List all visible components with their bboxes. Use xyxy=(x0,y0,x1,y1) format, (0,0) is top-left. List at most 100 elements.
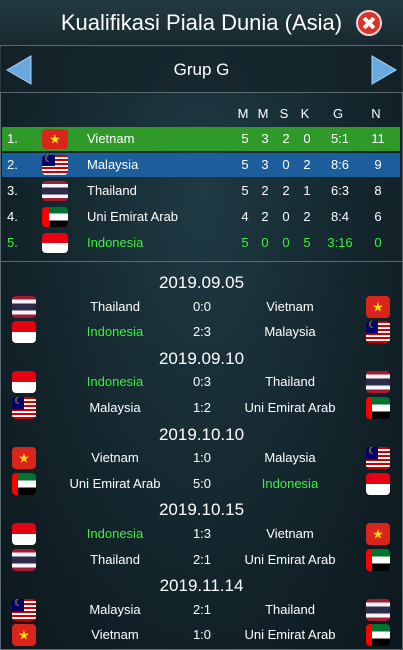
malaysia-flag-icon xyxy=(12,599,36,621)
match-score: 1:3 xyxy=(192,526,212,541)
fixtures-list[interactable]: 2019.09.05 Thailand 0:0 Vietnam Indonesi… xyxy=(0,263,403,650)
match-row[interactable]: Thailand 0:0 Vietnam xyxy=(0,294,403,320)
match-score: 2:1 xyxy=(192,552,212,567)
indonesia-flag-icon xyxy=(366,473,390,495)
column-header-points: N xyxy=(371,106,381,121)
match-row[interactable]: Uni Emirat Arab 5:0 Indonesia xyxy=(0,471,403,497)
lost: 5 xyxy=(303,235,311,250)
draw: 2 xyxy=(282,183,290,198)
column-header-played: M xyxy=(237,106,249,121)
team-name: Thailand xyxy=(87,183,137,198)
column-header-goals: G xyxy=(332,106,344,121)
standings-row[interactable]: 3. Thailand 5 2 2 1 6:3 8 xyxy=(2,179,400,203)
points: 6 xyxy=(374,209,382,224)
column-header-won: M xyxy=(257,106,269,121)
won: 2 xyxy=(261,183,269,198)
points: 11 xyxy=(371,131,385,146)
goals: 6:3 xyxy=(330,183,350,198)
team-name: Uni Emirat Arab xyxy=(87,209,179,224)
goals: 8:6 xyxy=(330,157,350,172)
lost: 0 xyxy=(303,131,311,146)
home-team: Indonesia xyxy=(86,374,144,389)
away-team: Thailand xyxy=(265,374,315,389)
home-team: Indonesia xyxy=(86,526,144,541)
column-header-lost: K xyxy=(300,106,310,121)
uae-flag-icon xyxy=(366,624,390,646)
home-team: Malaysia xyxy=(89,602,141,617)
match-row[interactable]: Indonesia 0:3 Thailand xyxy=(0,369,403,395)
home-team: Thailand xyxy=(90,552,140,567)
match-row[interactable]: Vietnam 1:0 Malaysia xyxy=(0,445,403,471)
vietnam-flag-icon xyxy=(12,624,36,646)
match-score: 2:3 xyxy=(192,324,212,339)
match-score: 5:0 xyxy=(192,476,212,491)
vietnam-flag-icon xyxy=(366,523,390,545)
played: 4 xyxy=(241,209,249,224)
uae-flag-icon xyxy=(366,549,390,571)
next-group-arrow-icon[interactable] xyxy=(370,55,398,85)
page-title: Kualifikasi Piala Dunia (Asia) xyxy=(60,10,343,35)
draw: 2 xyxy=(282,131,290,146)
points: 8 xyxy=(374,183,382,198)
match-score: 2:1 xyxy=(192,602,212,617)
match-row[interactable]: Malaysia 2:1 Thailand xyxy=(0,597,403,623)
malaysia-flag-icon xyxy=(366,321,390,343)
standings-row[interactable]: 2. Malaysia 5 3 0 2 8:6 9 xyxy=(2,153,400,177)
position: 3. xyxy=(7,183,18,198)
standings-table: M M S K G N 1. Vietnam 5 3 2 0 5:1 11 2.… xyxy=(0,94,403,262)
standings-header: M M S K G N xyxy=(0,100,403,126)
malaysia-flag-icon xyxy=(12,397,36,419)
away-team: Thailand xyxy=(265,602,315,617)
won: 2 xyxy=(261,209,269,224)
position: 2. xyxy=(7,157,18,172)
draw: 0 xyxy=(282,157,290,172)
standings-row[interactable]: 1. Vietnam 5 3 2 0 5:1 11 xyxy=(2,127,400,151)
indonesia-flag-icon xyxy=(12,371,36,393)
position: 1. xyxy=(7,131,18,146)
close-button[interactable] xyxy=(356,10,382,36)
match-date: 2019.11.14 xyxy=(159,576,244,595)
match-row[interactable]: Malaysia 1:2 Uni Emirat Arab xyxy=(0,395,403,421)
won: 3 xyxy=(261,157,269,172)
column-header-draw: S xyxy=(279,106,289,121)
home-team: Uni Emirat Arab xyxy=(69,476,161,491)
points: 0 xyxy=(374,235,382,250)
uae-flag-icon xyxy=(42,207,68,227)
uae-flag-icon xyxy=(12,473,36,495)
vietnam-flag-icon xyxy=(366,296,390,318)
team-name: Malaysia xyxy=(87,157,139,172)
standings-row[interactable]: 4. Uni Emirat Arab 4 2 0 2 8:4 6 xyxy=(2,205,400,229)
away-team: Uni Emirat Arab xyxy=(244,552,336,567)
away-team: Uni Emirat Arab xyxy=(244,627,336,642)
home-team: Indonesia xyxy=(86,324,144,339)
previous-group-arrow-icon[interactable] xyxy=(5,55,33,85)
team-name: Indonesia xyxy=(87,235,144,250)
match-row[interactable]: Indonesia 2:3 Malaysia xyxy=(0,319,403,345)
match-row[interactable]: Vietnam 1:0 Uni Emirat Arab xyxy=(0,622,403,648)
lost: 2 xyxy=(303,209,311,224)
match-date: 2019.09.05 xyxy=(158,273,245,292)
title-bar: Kualifikasi Piala Dunia (Asia) xyxy=(0,0,403,46)
points: 9 xyxy=(374,157,382,172)
match-row[interactable]: Thailand 2:1 Uni Emirat Arab xyxy=(0,547,403,573)
match-date: 2019.10.10 xyxy=(158,425,245,444)
match-score: 1:0 xyxy=(192,450,212,465)
standings-row[interactable]: 5. Indonesia 5 0 0 5 3:16 0 xyxy=(2,231,400,255)
match-score: 0:0 xyxy=(192,299,212,314)
thailand-flag-icon xyxy=(42,181,68,201)
malaysia-flag-icon xyxy=(366,447,390,469)
match-date: 2019.09.10 xyxy=(158,349,245,368)
indonesia-flag-icon xyxy=(12,321,36,343)
thailand-flag-icon xyxy=(366,371,390,393)
position: 5. xyxy=(7,235,18,250)
away-team: Uni Emirat Arab xyxy=(244,400,336,415)
match-row[interactable]: Indonesia 1:3 Vietnam xyxy=(0,521,403,547)
lost: 1 xyxy=(303,183,311,198)
position: 4. xyxy=(7,209,18,224)
played: 5 xyxy=(241,235,249,250)
home-team: Vietnam xyxy=(91,627,139,642)
draw: 0 xyxy=(282,209,290,224)
group-selector: Grup G xyxy=(0,47,403,93)
played: 5 xyxy=(241,131,249,146)
goals: 5:1 xyxy=(330,131,350,146)
